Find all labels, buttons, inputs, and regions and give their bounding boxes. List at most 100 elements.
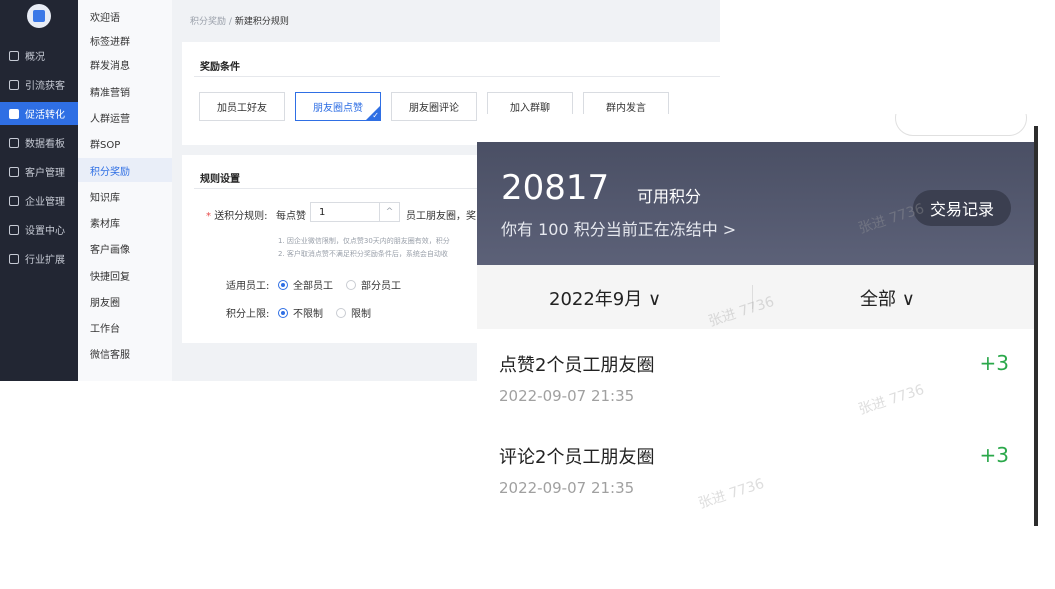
app-logo[interactable] xyxy=(27,4,51,28)
record-title: 点赞2个员工朋友圈 xyxy=(499,355,655,376)
layout-icon xyxy=(9,79,19,90)
check-icon: ✓ xyxy=(372,111,379,120)
radio-selected-icon xyxy=(278,307,288,318)
breadcrumb-current: 新建积分规则 xyxy=(234,17,289,27)
like-count-input[interactable]: 1 ^ xyxy=(310,202,400,222)
rule-note-1: 1. 因企业微信限制，仅点赞30天内的朋友圈有效，积分 xyxy=(278,237,450,245)
secondary-menu: 欢迎语 标签进群 群发消息 精准营销 人群运营 群SOP 积分奖励 知识库 素材… xyxy=(78,0,172,381)
sidebar-item-label: 企业管理 xyxy=(25,197,65,208)
building-icon xyxy=(9,195,19,206)
record-points-delta: +3 xyxy=(979,351,1009,375)
tab-moments-comment[interactable]: 朋友圈评论 xyxy=(391,92,477,121)
doc-icon xyxy=(9,108,19,119)
logo-mark-icon xyxy=(33,10,45,22)
radio-label: 不限制 xyxy=(293,309,323,320)
radio-icon xyxy=(336,307,346,318)
phone-top-bar xyxy=(477,114,1037,142)
rule-label: * 送积分规则: xyxy=(206,207,268,222)
record-time: 2022-09-07 21:35 xyxy=(499,387,635,405)
submenu-item[interactable]: 快捷回复 xyxy=(78,263,172,287)
branch-icon xyxy=(9,253,19,264)
sidebar-item-acquisition[interactable]: 引流获客 xyxy=(0,73,78,96)
mobile-points-screen: 20817 可用积分 你有 100 积分当前正在冻结中 > 交易记录 张进 77… xyxy=(477,114,1037,526)
gear-icon xyxy=(9,224,19,235)
sidebar-item-dashboard[interactable]: 数据看板 xyxy=(0,131,78,154)
watermark: 张进 7736 xyxy=(856,200,927,238)
radio-all-staff[interactable]: 全部员工 xyxy=(278,277,333,292)
sidebar-item-conversion[interactable]: 促活转化 xyxy=(0,102,78,125)
watermark: 张进 7736 xyxy=(696,475,767,513)
submenu-item[interactable]: 标签进群 xyxy=(78,28,172,52)
sidebar-item-label: 促活转化 xyxy=(25,110,65,121)
watermark: 张进 7736 xyxy=(856,381,927,419)
radio-selected-icon xyxy=(278,279,288,290)
submenu-item[interactable]: 工作台 xyxy=(78,315,172,339)
submenu-item-active[interactable]: 积分奖励 xyxy=(78,158,172,182)
radio-no-limit[interactable]: 不限制 xyxy=(278,305,323,320)
sidebar-item-company[interactable]: 企业管理 xyxy=(0,189,78,212)
record-points-delta: +3 xyxy=(979,443,1009,467)
list-item[interactable]: 点赞2个员工朋友圈 2022-09-07 21:35 +3 张进 7736 xyxy=(477,329,1037,421)
submenu-item[interactable]: 朋友圈 xyxy=(78,289,172,313)
tab-moments-like[interactable]: 朋友圈点赞 ✓ xyxy=(295,92,381,121)
staff-label: 适用员工: xyxy=(226,281,270,292)
sidebar-item-customers[interactable]: 客户管理 xyxy=(0,160,78,183)
card-title: 奖励条件 xyxy=(200,62,240,73)
frozen-points-link[interactable]: 你有 100 积分当前正在冻结中 > xyxy=(501,216,736,240)
points-header: 20817 可用积分 你有 100 积分当前正在冻结中 > 交易记录 张进 77… xyxy=(477,142,1037,265)
rule-note-2: 2. 客户取消点赞不满足积分奖励条件后，系统会自动收 xyxy=(278,250,448,258)
submenu-item[interactable]: 微信客服 xyxy=(78,341,172,365)
sidebar-item-industry[interactable]: 行业扩展 xyxy=(0,247,78,270)
month-filter-dropdown[interactable]: 2022年9月 ∨ xyxy=(549,285,661,311)
rule-label-text: 送积分规则: xyxy=(214,211,268,222)
breadcrumb-separator: / xyxy=(228,17,232,27)
phone-edge xyxy=(1034,126,1038,526)
increment-icon[interactable]: ^ xyxy=(379,203,399,221)
submenu-item[interactable]: 人群运营 xyxy=(78,105,172,129)
capsule-button[interactable] xyxy=(895,114,1027,136)
sidebar-item-label: 客户管理 xyxy=(25,168,65,179)
screen: 概况 引流获客 促活转化 数据看板 客户管理 企业管理 设置中心 行业扩展 欢迎… xyxy=(0,0,1055,589)
points-value: 20817 xyxy=(501,168,610,208)
transaction-records-button[interactable]: 交易记录 xyxy=(913,190,1011,226)
sidebar-item-label: 数据看板 xyxy=(25,139,65,150)
radio-label: 限制 xyxy=(351,309,371,320)
sidebar-item-overview[interactable]: 概况 xyxy=(0,44,78,67)
radio-limit[interactable]: 限制 xyxy=(336,305,371,320)
sidebar-item-label: 引流获客 xyxy=(25,81,65,92)
sidebar-item-label: 行业扩展 xyxy=(25,255,65,266)
tab-add-staff-friend[interactable]: 加员工好友 xyxy=(199,92,285,121)
radio-label: 部分员工 xyxy=(361,281,401,292)
list-item[interactable]: 评论2个员工朋友圈 2022-09-07 21:35 +3 张进 7736 xyxy=(477,421,1037,513)
radio-icon xyxy=(346,279,356,290)
submenu-item[interactable]: 群SOP xyxy=(78,131,172,155)
after-input-label: 员工朋友圈，奖 xyxy=(406,211,476,222)
sidebar-item-label: 设置中心 xyxy=(25,226,65,237)
input-value: 1 xyxy=(319,206,326,218)
submenu-item[interactable]: 素材库 xyxy=(78,210,172,234)
breadcrumb-parent[interactable]: 积分奖励 xyxy=(190,17,226,27)
bar-chart-icon xyxy=(9,137,19,148)
type-filter-dropdown[interactable]: 全部 ∨ xyxy=(860,285,915,311)
submenu-item[interactable]: 群发消息 xyxy=(78,52,172,76)
tab-label: 朋友圈点赞 xyxy=(313,103,363,114)
points-label: 可用积分 xyxy=(637,187,702,206)
chat-icon xyxy=(9,50,19,61)
breadcrumb: 积分奖励 / 新建积分规则 xyxy=(190,14,289,27)
each-like-label: 每点赞 xyxy=(276,211,306,222)
card-title: 规则设置 xyxy=(200,174,240,185)
radio-some-staff[interactable]: 部分员工 xyxy=(346,277,401,292)
filter-bar: 2022年9月 ∨ 全部 ∨ 张进 7736 xyxy=(477,265,1037,331)
required-mark: * xyxy=(206,211,211,222)
submenu-item[interactable]: 欢迎语 xyxy=(78,4,172,28)
record-title: 评论2个员工朋友圈 xyxy=(499,447,655,468)
submenu-item[interactable]: 客户画像 xyxy=(78,236,172,260)
user-icon xyxy=(9,166,19,177)
sidebar-item-label: 概况 xyxy=(25,52,45,63)
submenu-item[interactable]: 知识库 xyxy=(78,184,172,208)
primary-sidebar: 概况 引流获客 促活转化 数据看板 客户管理 企业管理 设置中心 行业扩展 xyxy=(0,0,78,381)
sidebar-item-settings[interactable]: 设置中心 xyxy=(0,218,78,241)
limit-label: 积分上限: xyxy=(226,309,270,320)
submenu-item[interactable]: 精准营销 xyxy=(78,79,172,103)
watermark: 张进 7736 xyxy=(706,293,777,331)
